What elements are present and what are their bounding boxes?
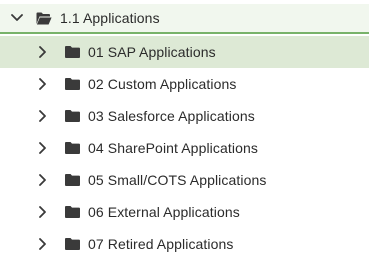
- chevron-right-icon[interactable]: [36, 205, 50, 219]
- tree-node-label: 06 External Applications: [88, 204, 240, 220]
- chevron-right-icon[interactable]: [36, 173, 50, 187]
- folder-icon: [64, 78, 80, 91]
- chevron-right-icon[interactable]: [36, 45, 50, 59]
- tree-node-label: 01 SAP Applications: [88, 44, 216, 60]
- chevron-down-icon[interactable]: [10, 11, 24, 25]
- folder-icon: [64, 238, 80, 251]
- folder-tree: 1.1 Applications 01 SAP Applications 02 …: [0, 0, 369, 254]
- tree-node-sharepoint-applications[interactable]: 04 SharePoint Applications: [0, 132, 369, 164]
- tree-node-applications[interactable]: 1.1 Applications: [0, 4, 369, 34]
- tree-node-retired-applications[interactable]: 07 Retired Applications: [0, 228, 369, 254]
- folder-icon: [64, 142, 80, 155]
- tree-node-label: 03 Salesforce Applications: [88, 108, 255, 124]
- folder-icon: [64, 206, 80, 219]
- tree-node-external-applications[interactable]: 06 External Applications: [0, 196, 369, 228]
- folder-icon: [64, 46, 80, 59]
- chevron-right-icon[interactable]: [36, 237, 50, 251]
- tree-node-custom-applications[interactable]: 02 Custom Applications: [0, 68, 369, 100]
- tree-node-sap-applications[interactable]: 01 SAP Applications: [0, 36, 369, 68]
- tree-node-label: 02 Custom Applications: [88, 76, 237, 92]
- chevron-right-icon[interactable]: [36, 141, 50, 155]
- tree-node-label: 04 SharePoint Applications: [88, 140, 258, 156]
- folder-icon: [64, 174, 80, 187]
- tree-node-label: 07 Retired Applications: [88, 236, 234, 252]
- tree-node-label: 05 Small/COTS Applications: [88, 172, 267, 188]
- tree-node-small-cots-applications[interactable]: 05 Small/COTS Applications: [0, 164, 369, 196]
- chevron-right-icon[interactable]: [36, 77, 50, 91]
- tree-node-label: 1.1 Applications: [60, 10, 160, 26]
- folder-icon: [64, 110, 80, 123]
- tree-node-salesforce-applications[interactable]: 03 Salesforce Applications: [0, 100, 369, 132]
- folder-open-icon: [36, 12, 52, 25]
- chevron-right-icon[interactable]: [36, 109, 50, 123]
